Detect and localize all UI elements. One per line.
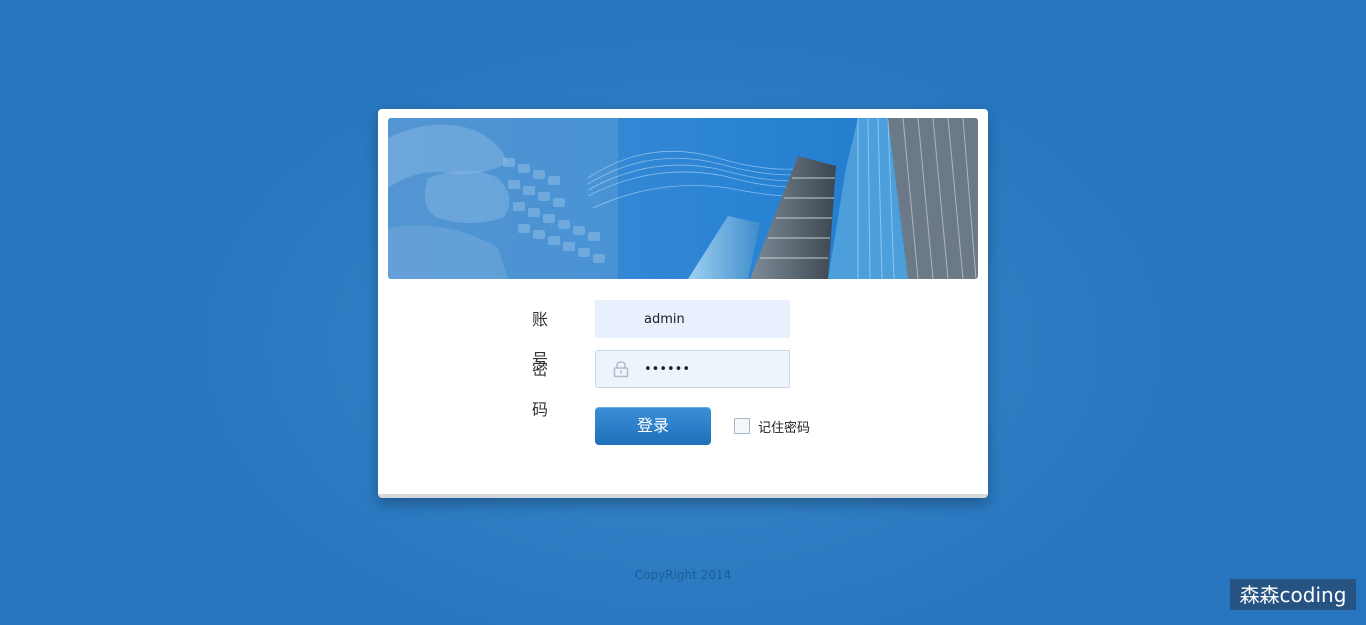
password-input[interactable] [644,351,784,387]
watermark: 森森coding [1230,579,1356,610]
copyright-text: CopyRight 2014 [634,568,732,582]
remember-label: 记住密码 [758,420,811,436]
lock-icon [612,360,630,378]
login-button[interactable]: 登录 [595,407,711,445]
login-card: 账号 密码 登录 记住密码 [378,109,988,498]
password-input-box[interactable] [595,350,790,388]
banner-image [388,118,978,279]
password-row: 密码 [378,350,988,419]
remember-checkbox[interactable] [734,418,750,434]
account-label: 账号 [532,310,563,369]
account-row: 账号 [378,300,988,369]
account-input-box[interactable] [595,300,790,338]
remember-password[interactable]: 记住密码 [734,416,810,436]
password-label: 密码 [532,360,563,419]
account-input[interactable] [644,301,784,337]
